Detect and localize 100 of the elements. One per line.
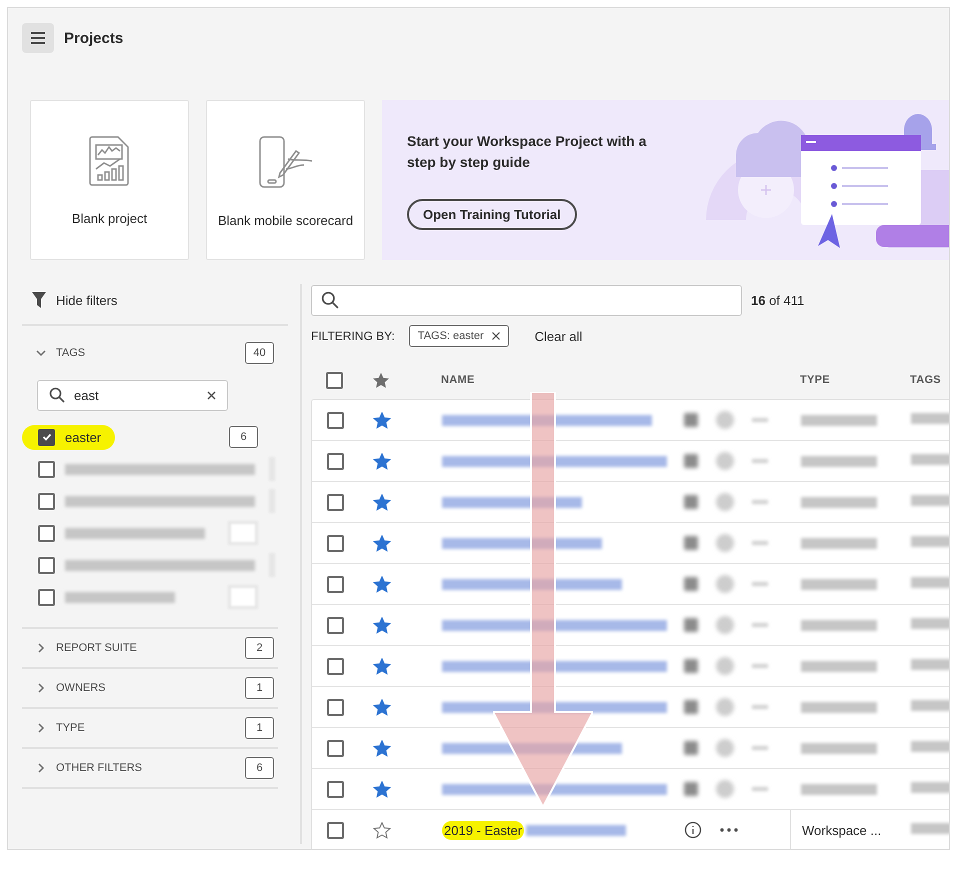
menu-icon <box>31 32 45 44</box>
template-card[interactable]: Blank mobile scorecard <box>206 100 365 260</box>
count-badge: 6 <box>229 426 258 448</box>
column-header[interactable]: TAGS <box>899 374 949 386</box>
star-icon[interactable] <box>373 412 391 428</box>
clear-all-link[interactable]: Clear all <box>522 328 582 344</box>
star-icon[interactable] <box>372 372 390 388</box>
checkbox[interactable] <box>326 534 344 552</box>
checkbox[interactable] <box>38 492 55 510</box>
column-header[interactable]: TYPE <box>789 361 899 399</box>
blurred-text <box>911 823 949 834</box>
blurred-icon <box>684 700 698 714</box>
search-icon <box>321 291 339 309</box>
blurred-icon <box>684 659 698 673</box>
template-card[interactable]: Blank project <box>30 100 189 260</box>
blurred-icon <box>716 616 734 634</box>
blurred-icon <box>684 495 698 509</box>
blurred-icon <box>716 739 734 757</box>
filter-section-toggle[interactable]: OTHER FILTERS <box>22 762 142 774</box>
star-icon[interactable] <box>373 452 391 470</box>
count-badge: 1 <box>245 717 274 739</box>
blurred-icon <box>716 698 734 716</box>
tutorial-button[interactable]: Open Training Tutorial <box>407 198 577 230</box>
checkbox[interactable] <box>326 576 344 592</box>
check-icon <box>42 432 52 442</box>
checkbox[interactable] <box>326 740 344 756</box>
blurred-icon <box>716 493 734 511</box>
tag-search-field[interactable]: east <box>37 380 228 411</box>
count-badge: 40 <box>245 342 274 364</box>
count-badge: 2 <box>245 637 274 659</box>
blurred-text <box>911 413 949 424</box>
tag-label: easter <box>65 430 102 444</box>
star-icon[interactable] <box>373 494 391 510</box>
count-badge: 6 <box>245 757 274 779</box>
blurred-icon <box>684 577 698 591</box>
blurred-icon <box>716 534 734 552</box>
chevron-right-icon <box>36 763 46 773</box>
menu-button[interactable] <box>22 23 54 53</box>
filter-chip[interactable]: TAGS: easter <box>408 325 509 347</box>
filter-icon <box>32 292 46 308</box>
filter-section-toggle[interactable]: REPORT SUITE <box>22 642 137 654</box>
blurred-text <box>911 536 949 547</box>
more-icon[interactable] <box>720 828 738 832</box>
blurred-text <box>911 741 949 752</box>
star-icon[interactable] <box>373 616 391 634</box>
star-icon[interactable] <box>373 534 391 552</box>
checkbox[interactable] <box>38 556 55 574</box>
blurred-icon <box>684 618 698 632</box>
blurred-text <box>911 577 949 588</box>
checkbox[interactable] <box>38 460 55 478</box>
search-icon <box>49 387 65 403</box>
star-icon[interactable] <box>373 780 391 798</box>
blurred-icon <box>716 780 734 798</box>
blurred-text <box>911 618 949 629</box>
filter-section-toggle[interactable]: TAGS <box>22 347 86 359</box>
clear-icon[interactable] <box>207 391 216 400</box>
project-name-link[interactable]: 2019 - Easter <box>442 820 524 840</box>
select-all-checkbox[interactable] <box>326 372 342 388</box>
blurred-text <box>911 700 949 711</box>
count-badge: 1 <box>245 677 274 699</box>
star-icon[interactable] <box>373 698 391 716</box>
blurred-icon <box>684 782 698 796</box>
star-icon[interactable] <box>373 576 391 592</box>
info-icon[interactable] <box>684 821 702 839</box>
filter-section-toggle[interactable]: TYPE <box>22 722 85 734</box>
star-icon[interactable] <box>373 822 391 838</box>
checkbox[interactable] <box>38 524 55 542</box>
checkbox[interactable] <box>326 452 344 470</box>
blurred-icon <box>716 411 734 429</box>
column-header[interactable]: NAME <box>405 374 679 386</box>
phone-pen-icon <box>258 135 314 189</box>
blurred-text <box>911 659 949 670</box>
star-icon[interactable] <box>373 740 391 756</box>
page-title: Projects <box>64 30 124 46</box>
filter-section-toggle[interactable]: OWNERS <box>22 682 106 694</box>
blurred-icon <box>716 575 734 593</box>
checkbox[interactable] <box>326 822 344 838</box>
chevron-right-icon <box>36 723 46 733</box>
checkbox[interactable] <box>326 658 344 674</box>
checkbox[interactable] <box>38 428 55 446</box>
blurred-text <box>911 454 949 465</box>
checkbox[interactable] <box>326 698 344 716</box>
blurred-icon <box>716 452 734 470</box>
blurred-text <box>911 782 949 793</box>
blurred-icon <box>684 741 698 755</box>
banner-heading: Start your Workspace Project with a step by step guide <box>407 132 648 172</box>
report-icon <box>88 135 132 187</box>
star-icon[interactable] <box>373 658 391 674</box>
checkbox[interactable] <box>326 616 344 634</box>
checkbox[interactable] <box>38 588 55 606</box>
checkbox[interactable] <box>326 412 344 428</box>
card-label: Blank mobile scorecard <box>218 213 354 228</box>
chevron-down-icon <box>36 348 46 358</box>
blurred-text <box>911 495 949 506</box>
checkbox[interactable] <box>326 494 344 510</box>
close-icon[interactable] <box>492 332 500 340</box>
chevron-right-icon <box>36 683 46 693</box>
search-field[interactable] <box>311 285 742 316</box>
hide-filters-button[interactable]: Hide filters <box>22 284 288 326</box>
checkbox[interactable] <box>326 780 344 798</box>
